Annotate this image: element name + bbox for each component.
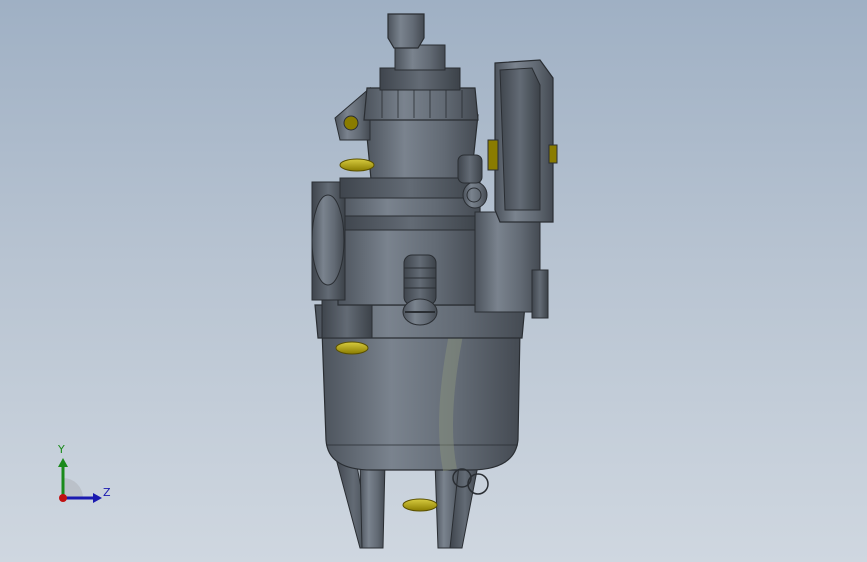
z-axis-label: Z [103, 486, 111, 499]
graphics-viewport[interactable]: Y Z [0, 0, 867, 562]
idle-screw [402, 254, 438, 326]
top-nipple [387, 13, 425, 49]
carburetor-model[interactable] [0, 0, 867, 562]
knurled-cap [363, 87, 479, 121]
y-axis-label: Y [58, 443, 65, 456]
